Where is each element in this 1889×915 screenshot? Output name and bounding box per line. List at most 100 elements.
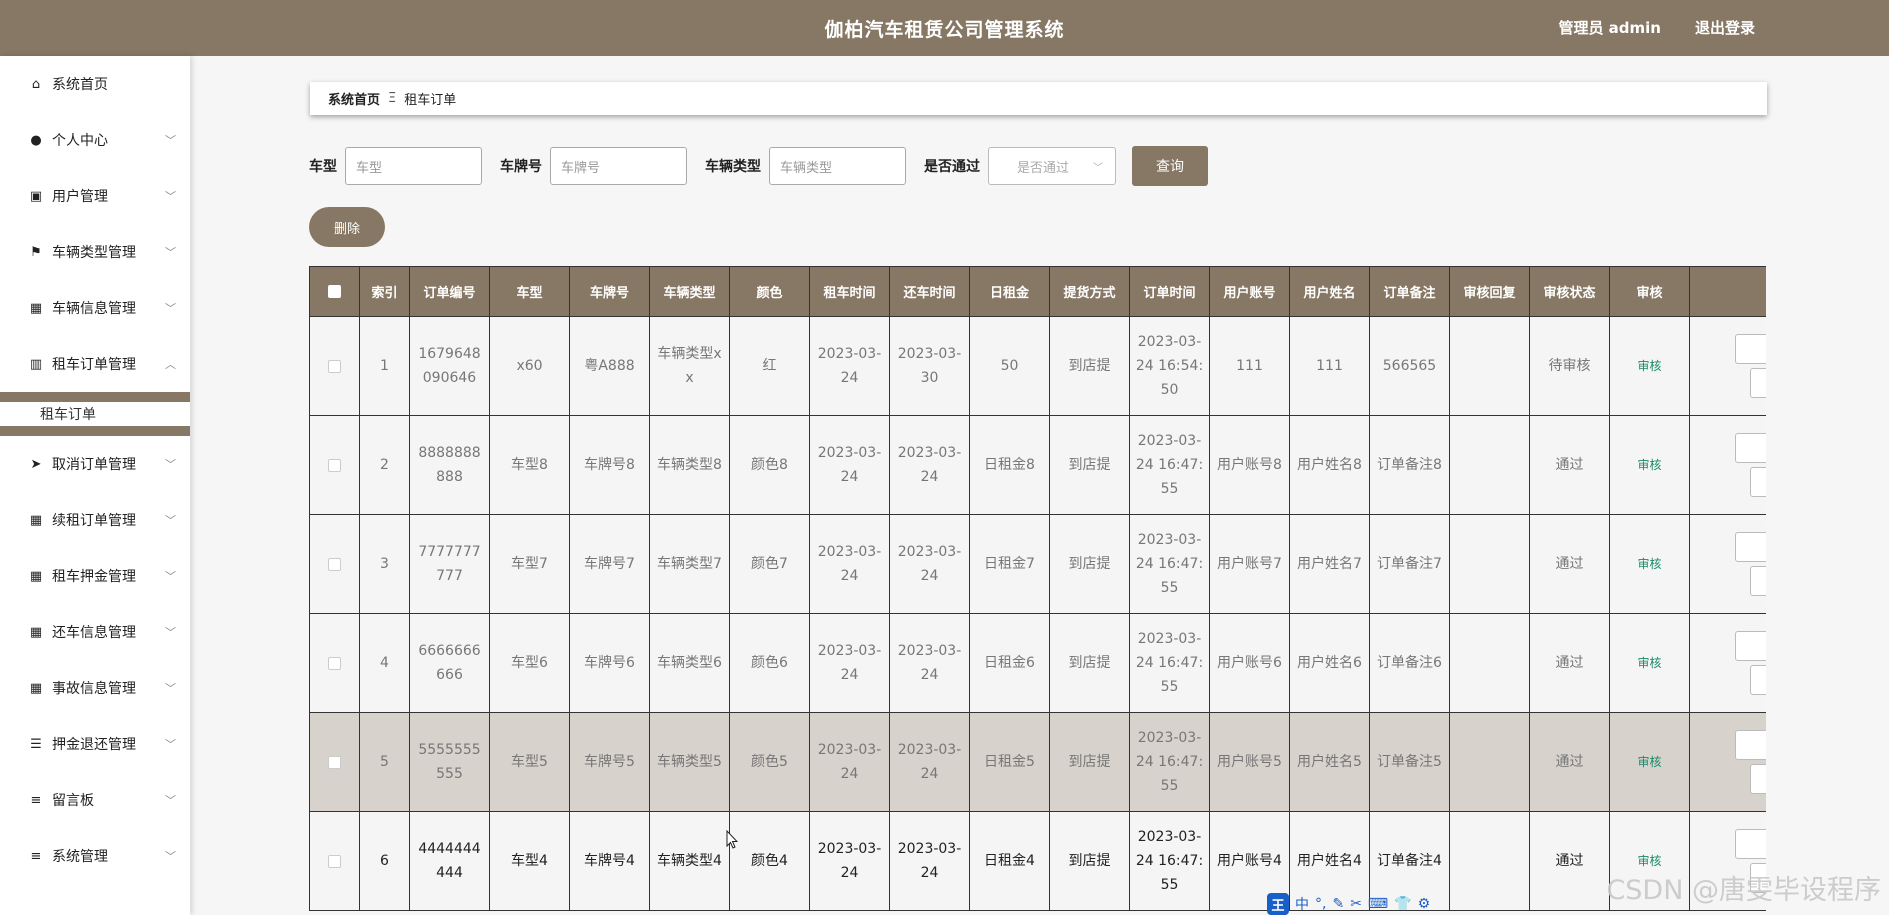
table-cell: 2023-03-24 <box>889 811 970 911</box>
delete-button[interactable]: 删除 <box>309 207 385 247</box>
edit-button[interactable] <box>1750 467 1766 497</box>
row-select-cell[interactable] <box>309 514 360 614</box>
ime-tool-icon[interactable]: °, <box>1315 896 1326 912</box>
table-cell: 2023-03-24 16:54:50 <box>1129 316 1210 416</box>
ime-logo-icon[interactable]: 王 <box>1267 893 1289 915</box>
ime-tool-icon[interactable]: ⌨ <box>1368 896 1388 912</box>
select-all-checkbox[interactable] <box>328 285 341 298</box>
query-button[interactable]: 查询 <box>1132 146 1208 186</box>
column-header: 还车时间 <box>889 266 970 317</box>
row-select-cell[interactable] <box>309 712 360 812</box>
table-cell: 2023-03-24 <box>889 712 970 812</box>
ime-tool-icon[interactable]: 👕 <box>1394 896 1411 912</box>
sidebar-item-6[interactable]: ➤ 取消订单管理 ﹀ <box>0 436 190 492</box>
row-actions <box>1689 316 1766 416</box>
watermark: CSDN @唐雯毕设程序 <box>1606 875 1881 906</box>
sidebar-item-9[interactable]: ▦ 还车信息管理 ﹀ <box>0 604 190 660</box>
table-cell: 用户姓名8 <box>1289 415 1370 515</box>
table-cell: x60 <box>489 316 570 416</box>
table-cell: 订单备注7 <box>1369 514 1450 614</box>
sidebar-item-0[interactable]: ⌂ 系统首页 <box>0 56 190 112</box>
list-icon: ≡ <box>30 792 42 808</box>
sidebar-item-12[interactable]: ≡ 留言板 ﹀ <box>0 772 190 828</box>
table-row[interactable]: 5 5555555555 车型5 车牌号5 车辆类型5 颜色5 2023-03-24 2023… <box>309 712 1766 812</box>
row-checkbox[interactable] <box>328 557 341 571</box>
sidebar-item-3[interactable]: ⚑ 车辆类型管理 ﹀ <box>0 224 190 280</box>
ime-tool-icon[interactable]: ⚙ <box>1418 896 1431 912</box>
audit-link[interactable]: 审核 <box>1637 854 1661 868</box>
table-cell: 1 <box>359 316 410 416</box>
sidebar-item-2[interactable]: ▣ 用户管理 ﹀ <box>0 168 190 224</box>
table-cell: 2023-03-24 16:47:55 <box>1129 712 1210 812</box>
row-select-cell[interactable] <box>309 415 360 515</box>
table-cell: 车型7 <box>489 514 570 614</box>
table-row[interactable]: 4 6666666666 车型6 车牌号6 车辆类型6 颜色6 2023-03-24 2023… <box>309 613 1766 713</box>
row-select-cell[interactable] <box>309 613 360 713</box>
audit-link[interactable]: 审核 <box>1637 557 1661 571</box>
table-cell: 到店提 <box>1049 811 1130 911</box>
row-checkbox[interactable] <box>328 458 341 472</box>
sidebar-item-10[interactable]: ▦ 事故信息管理 ﹀ <box>0 660 190 716</box>
table-row[interactable]: 3 7777777777 车型7 车牌号7 车辆类型7 颜色7 2023-03-24 2023… <box>309 514 1766 614</box>
sidebar-item-5[interactable]: ▥ 租车订单管理 ︿ <box>0 336 190 392</box>
ime-tool-icon[interactable]: ✎ <box>1332 896 1344 912</box>
sidebar-item-7[interactable]: ▦ 续租订单管理 ﹀ <box>0 492 190 548</box>
detail-button[interactable] <box>1735 532 1766 562</box>
audit-link[interactable]: 审核 <box>1637 458 1661 472</box>
table-cell: 2023-03-24 <box>809 316 890 416</box>
table-cell: 2023-03-30 <box>889 316 970 416</box>
row-select-cell[interactable] <box>309 316 360 416</box>
table-cell: 通过 <box>1529 514 1610 614</box>
approved-select[interactable]: 是否通过 ﹀ <box>988 147 1116 185</box>
plate-input[interactable]: 车牌号 <box>550 147 687 185</box>
row-checkbox[interactable] <box>328 854 341 868</box>
clipboard-icon: ▣ <box>29 188 43 204</box>
row-checkbox[interactable] <box>328 656 341 670</box>
detail-button[interactable] <box>1735 631 1766 661</box>
sidebar-item-1[interactable]: ● 个人中心 ﹀ <box>0 112 190 168</box>
ime-tool-icon[interactable]: ✂ <box>1350 896 1362 912</box>
detail-button[interactable] <box>1735 730 1766 760</box>
vehicle-type-input[interactable]: 车辆类型 <box>769 147 906 185</box>
table-cell: 日租金7 <box>969 514 1050 614</box>
sidebar-item-11[interactable]: ☰ 押金退还管理 ﹀ <box>0 716 190 772</box>
column-header: 日租金 <box>969 266 1050 317</box>
logout-link[interactable]: 退出登录 <box>1695 17 1755 38</box>
detail-button[interactable] <box>1735 334 1766 364</box>
row-checkbox[interactable] <box>328 755 341 769</box>
submenu-divider <box>0 392 190 402</box>
ime-mode[interactable]: 中 <box>1295 894 1309 914</box>
table-cell: 到店提 <box>1049 514 1130 614</box>
sidebar-item-8[interactable]: ▦ 租车押金管理 ﹀ <box>0 548 190 604</box>
breadcrumb-home[interactable]: 系统首页 <box>328 89 380 108</box>
sidebar-item-4[interactable]: ▦ 车辆信息管理 ﹀ <box>0 280 190 336</box>
table-cell: 4444444444 <box>409 811 490 911</box>
row-select-cell[interactable] <box>309 811 360 911</box>
edit-button[interactable] <box>1750 368 1766 398</box>
table-row[interactable]: 2 8888888888 车型8 车牌号8 车辆类型8 颜色8 2023-03-24 2023… <box>309 415 1766 515</box>
table-row[interactable]: 1 1679648090646 x60 粤A888 车辆类型xx 红 2023-03-24 2… <box>309 316 1766 416</box>
car-model-input[interactable]: 车型 <box>345 147 482 185</box>
sidebar-item-13[interactable]: ≡ 系统管理 ﹀ <box>0 828 190 884</box>
submenu-item-rental-orders[interactable]: 租车订单 <box>0 402 190 426</box>
plate-label: 车牌号 <box>500 159 542 175</box>
edit-button[interactable] <box>1750 566 1766 596</box>
vehicle-type-label: 车辆类型 <box>705 159 761 175</box>
audit-link[interactable]: 审核 <box>1637 755 1661 769</box>
edit-button[interactable] <box>1750 665 1766 695</box>
table-cell: 2023-03-24 16:47:55 <box>1129 415 1210 515</box>
table-cell: 粤A888 <box>569 316 650 416</box>
chevron-down-icon: ﹀ <box>165 458 176 471</box>
audit-link[interactable]: 审核 <box>1637 656 1661 670</box>
row-checkbox[interactable] <box>328 359 341 373</box>
edit-button[interactable] <box>1750 764 1766 794</box>
detail-button[interactable] <box>1735 433 1766 463</box>
detail-button[interactable] <box>1735 829 1766 859</box>
search-filters: 车型 车型 车牌号 车牌号 车辆类型 车辆类型 是否通过 是否通过 ﹀ 查询 <box>309 146 1208 186</box>
audit-cell: 审核 <box>1609 316 1690 416</box>
audit-link[interactable]: 审核 <box>1637 359 1661 373</box>
header-select-all[interactable] <box>309 266 360 317</box>
chevron-down-icon: ﹀ <box>165 514 176 527</box>
table-row[interactable]: 6 4444444444 车型4 车牌号4 车辆类型4 颜色4 2023-03-24 2023… <box>309 811 1766 911</box>
sidebar-item-label: 还车信息管理 <box>52 625 136 641</box>
